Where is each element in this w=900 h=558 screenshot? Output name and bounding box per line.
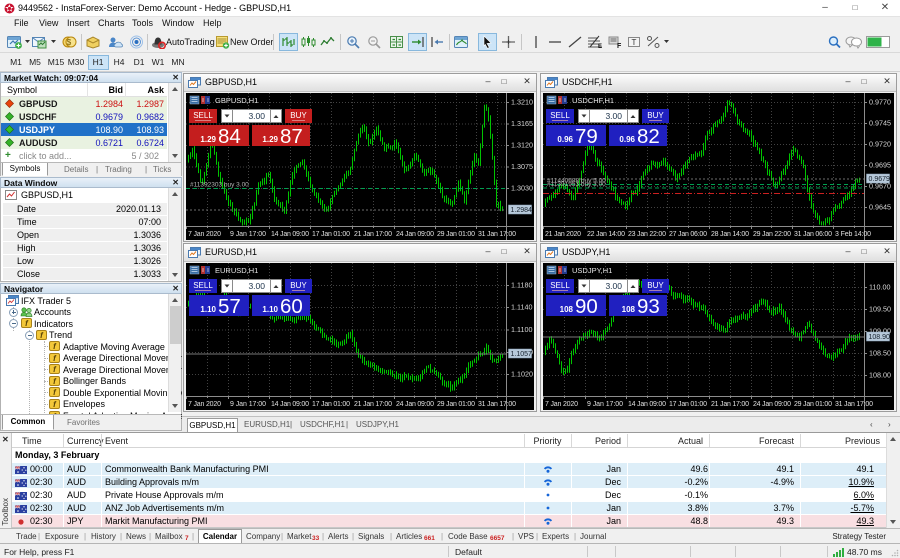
svg-text:7 Jan 2020: 7 Jan 2020 (188, 231, 221, 238)
svg-text:0.9720: 0.9720 (869, 140, 891, 149)
svg-text:17 Jan 01:00: 17 Jan 01:00 (312, 401, 350, 408)
svg-text:0.9745: 0.9745 (869, 119, 891, 128)
svg-text:29 Jan 22:00: 29 Jan 22:00 (753, 231, 791, 238)
svg-text:3.00: 3.00 (248, 281, 265, 291)
svg-text:31 Jan 17:00: 31 Jan 17:00 (478, 401, 516, 408)
svg-text:USDCHF,H1: USDCHF,H1 (572, 96, 614, 105)
svg-text:BUY: BUY (290, 281, 307, 290)
svg-text:1.1020: 1.1020 (511, 370, 533, 379)
svg-text:3.00: 3.00 (605, 111, 622, 121)
svg-text:82: 82 (637, 125, 660, 148)
svg-text:3.00: 3.00 (605, 281, 622, 291)
svg-text:109.50: 109.50 (869, 305, 891, 314)
svg-text:3 Feb 14:00: 3 Feb 14:00 (835, 231, 871, 238)
svg-text:EURUSD,H1: EURUSD,H1 (215, 266, 258, 275)
svg-text:108: 108 (622, 305, 636, 314)
svg-text:9 Jan 17:00: 9 Jan 17:00 (230, 401, 266, 408)
svg-text:BUY: BUY (647, 281, 664, 290)
svg-text:14 Jan 09:00: 14 Jan 09:00 (628, 401, 666, 408)
svg-text:108.00: 108.00 (869, 371, 891, 380)
svg-text:24 Jan 09:00: 24 Jan 09:00 (753, 401, 791, 408)
svg-text:1.1057: 1.1057 (511, 351, 533, 358)
svg-text:0.96: 0.96 (557, 135, 573, 144)
svg-text:27 Jan 06:00: 27 Jan 06:00 (669, 231, 707, 238)
svg-text:28 Jan 14:00: 28 Jan 14:00 (711, 231, 749, 238)
svg-text:90: 90 (575, 295, 598, 318)
svg-text:84: 84 (218, 125, 241, 148)
svg-text:BUY: BUY (647, 111, 664, 120)
svg-text:14 Jan 09:00: 14 Jan 09:00 (271, 231, 309, 238)
svg-text:SELL: SELL (193, 111, 213, 120)
svg-text:57: 57 (218, 295, 241, 318)
svg-text:SELL: SELL (550, 111, 570, 120)
svg-text:3.00: 3.00 (248, 111, 265, 121)
svg-text:1.3120: 1.3120 (511, 141, 533, 150)
svg-text:1.3075: 1.3075 (511, 162, 533, 171)
svg-text:0.96: 0.96 (619, 135, 635, 144)
svg-text:1.2984: 1.2984 (511, 207, 533, 214)
svg-text:USDJPY,H1: USDJPY,H1 (572, 266, 612, 275)
svg-text:22 Jan 14:00: 22 Jan 14:00 (587, 231, 625, 238)
svg-text:T: T (632, 38, 637, 47)
svg-text:108.50: 108.50 (869, 349, 891, 358)
svg-text:1.29: 1.29 (262, 135, 278, 144)
svg-text:SELL: SELL (550, 281, 570, 290)
svg-text:1.3210: 1.3210 (511, 98, 533, 107)
svg-text:7 Jan 2020: 7 Jan 2020 (545, 401, 578, 408)
svg-text:1.1140: 1.1140 (511, 303, 532, 312)
svg-text:F: F (617, 43, 622, 49)
svg-text:7 Jan 2020: 7 Jan 2020 (188, 401, 221, 408)
svg-text:1.1100: 1.1100 (511, 325, 532, 334)
svg-text:E: E (598, 44, 602, 49)
svg-text:0.9645: 0.9645 (869, 203, 891, 212)
svg-text:93: 93 (637, 295, 660, 318)
svg-text:$: $ (67, 38, 72, 47)
svg-text:21 Jan 17:00: 21 Jan 17:00 (354, 401, 392, 408)
svg-text:21 Jan 2020: 21 Jan 2020 (545, 231, 581, 238)
svg-text:14 Jan 09:00: 14 Jan 09:00 (271, 401, 309, 408)
svg-text:#11392303 buy 3.00: #11392303 buy 3.00 (190, 182, 249, 189)
svg-text:1.1180: 1.1180 (511, 281, 532, 290)
svg-text:60: 60 (280, 295, 303, 318)
svg-text:#11391953 buy 3.00: #11391953 buy 3.00 (547, 181, 606, 188)
svg-text:0.9695: 0.9695 (869, 161, 891, 170)
svg-text:23 Jan 22:00: 23 Jan 22:00 (628, 231, 666, 238)
svg-text:1.10: 1.10 (262, 305, 278, 314)
svg-text:1.10: 1.10 (200, 305, 216, 314)
svg-text:31 Jan 17:00: 31 Jan 17:00 (835, 401, 873, 408)
svg-text:17 Jan 01:00: 17 Jan 01:00 (312, 231, 350, 238)
svg-text:SELL: SELL (193, 281, 213, 290)
svg-text:1.29: 1.29 (200, 135, 216, 144)
svg-text:1.3165: 1.3165 (511, 119, 533, 128)
svg-text:24 Jan 09:00: 24 Jan 09:00 (396, 401, 434, 408)
svg-text:79: 79 (575, 125, 598, 148)
svg-text:21 Jan 17:00: 21 Jan 17:00 (711, 401, 749, 408)
svg-text:0.9770: 0.9770 (869, 98, 891, 107)
svg-text:108: 108 (560, 305, 574, 314)
svg-text:29 Jan 01:00: 29 Jan 01:00 (437, 231, 475, 238)
svg-text:87: 87 (280, 125, 303, 148)
svg-text:31 Jan 17:00: 31 Jan 17:00 (478, 231, 516, 238)
svg-text:29 Jan 01:00: 29 Jan 01:00 (437, 401, 475, 408)
svg-text:29 Jan 01:00: 29 Jan 01:00 (794, 401, 832, 408)
svg-text:24 Jan 09:00: 24 Jan 09:00 (396, 231, 434, 238)
svg-text:17 Jan 01:00: 17 Jan 01:00 (669, 401, 707, 408)
svg-text:31 Jan 06:00: 31 Jan 06:00 (794, 231, 832, 238)
svg-text:0.9679: 0.9679 (869, 176, 891, 183)
svg-text:GBPUSD,H1: GBPUSD,H1 (215, 96, 258, 105)
svg-text:110.00: 110.00 (869, 283, 890, 292)
svg-text:1.3030: 1.3030 (511, 184, 533, 193)
svg-text:BUY: BUY (290, 111, 307, 120)
svg-text:108.90: 108.90 (869, 334, 891, 341)
svg-text:21 Jan 17:00: 21 Jan 17:00 (354, 231, 392, 238)
svg-text:9 Jan 17:00: 9 Jan 17:00 (230, 231, 266, 238)
svg-text:9 Jan 17:00: 9 Jan 17:00 (587, 401, 623, 408)
